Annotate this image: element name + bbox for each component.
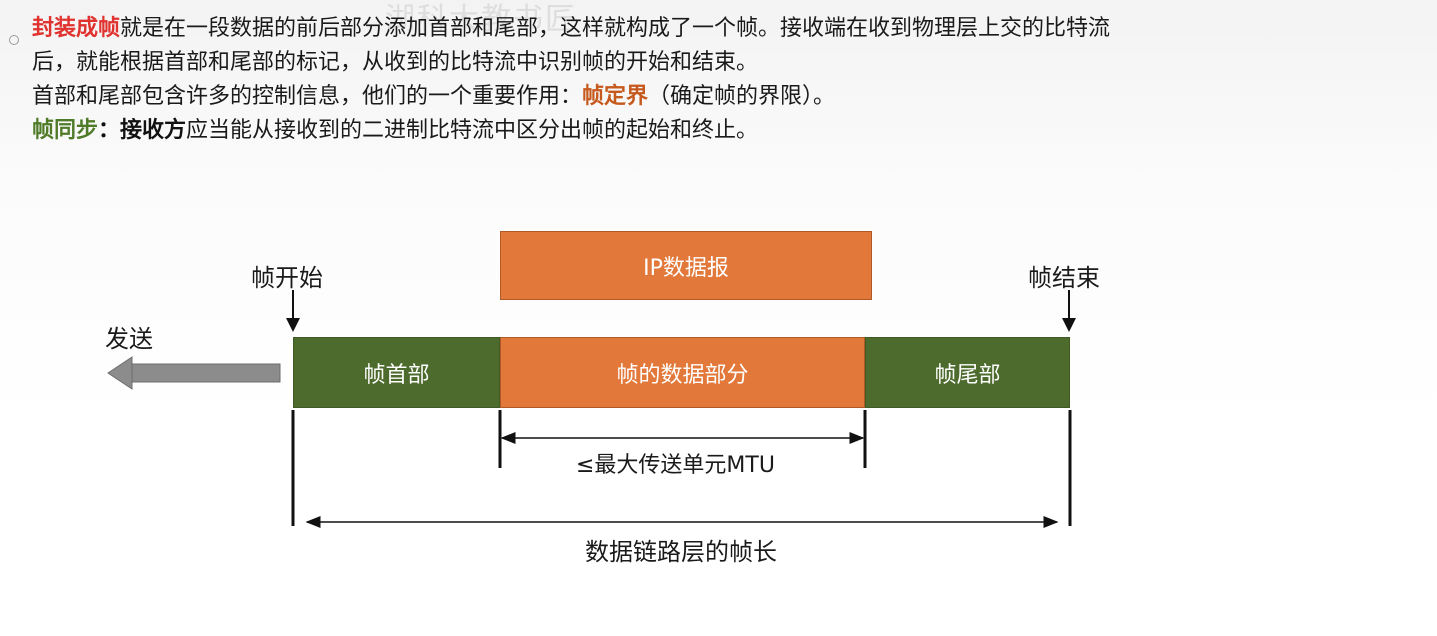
term-framing: 封装成帧 [32,16,121,41]
text-line-3-prefix: 首部和尾部包含许多的控制信息，他们的一个重要作用： [32,84,583,109]
frame-header-label: 帧首部 [363,362,430,388]
frame-data-box: 帧的数据部分 [500,337,865,408]
send-arrow-icon [107,356,281,390]
text-line-1-rest: 就是在一段数据的前后部分添加首部和尾部，这样就构成了一个帧。接收端在收到物理层上… [120,16,1111,41]
text-line-1: 封装成帧就是在一段数据的前后部分添加首部和尾部，这样就构成了一个帧。接收端在收到… [32,12,1422,46]
text-line-4-rest: 应当能从接收到的二进制比特流中区分出帧的起始和终止。 [186,118,759,143]
frame-end-arrow [1062,290,1076,332]
frame-data-label: 帧的数据部分 [616,362,749,388]
text-line-4: 帧同步：接收方应当能从接收到的二进制比特流中区分出帧的起始和终止。 [32,114,1422,148]
frame-trailer-label: 帧尾部 [934,362,1001,388]
frame-end-label: 帧结束 [1028,264,1100,292]
term-frame-delimiting: 帧定界 [582,84,649,109]
frame-start-label: 帧开始 [251,264,323,292]
description-text: 封装成帧就是在一段数据的前后部分添加首部和尾部，这样就构成了一个帧。接收端在收到… [32,12,1422,148]
text-line-4-colon: ： [98,118,121,143]
text-line-3-suffix: （确定帧的界限）。 [648,84,836,109]
text-line-3: 首部和尾部包含许多的控制信息，他们的一个重要作用：帧定界（确定帧的界限）。 [32,80,1422,114]
frame-length-label: 数据链路层的帧长 [585,538,777,566]
frame-header-box: 帧首部 [293,337,500,408]
send-label: 发送 [105,325,153,353]
mtu-label: ≤最大传送单元MTU [576,453,775,478]
frame-trailer-box: 帧尾部 [865,337,1070,408]
ip-datagram-label: IP数据报 [643,255,729,281]
corner-dot-icon [9,35,19,45]
ip-datagram-box: IP数据报 [500,231,872,300]
term-frame-sync: 帧同步 [32,118,99,143]
text-line-2: 后，就能根据首部和尾部的标记，从收到的比特流中识别帧的开始和结束。 [32,50,759,75]
frame-start-arrow [286,290,300,332]
term-receiver: 接收方 [120,118,187,143]
